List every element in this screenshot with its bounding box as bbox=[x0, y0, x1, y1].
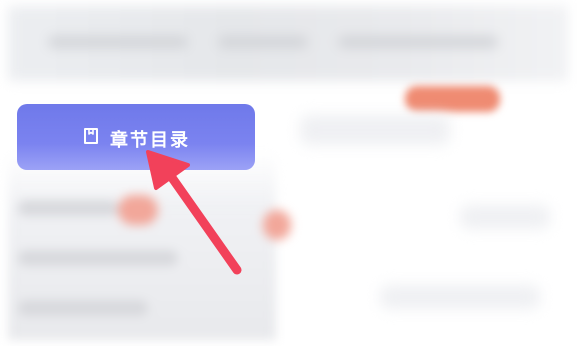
blurred-chapter-list bbox=[8, 150, 291, 340]
blurred-header bbox=[8, 6, 568, 81]
bookmark-icon bbox=[84, 128, 98, 144]
blurred-content-panel bbox=[280, 95, 570, 340]
chapter-directory-label: 章节目录 bbox=[110, 130, 190, 151]
chapter-directory-button[interactable]: 章节目录 bbox=[17, 104, 255, 170]
